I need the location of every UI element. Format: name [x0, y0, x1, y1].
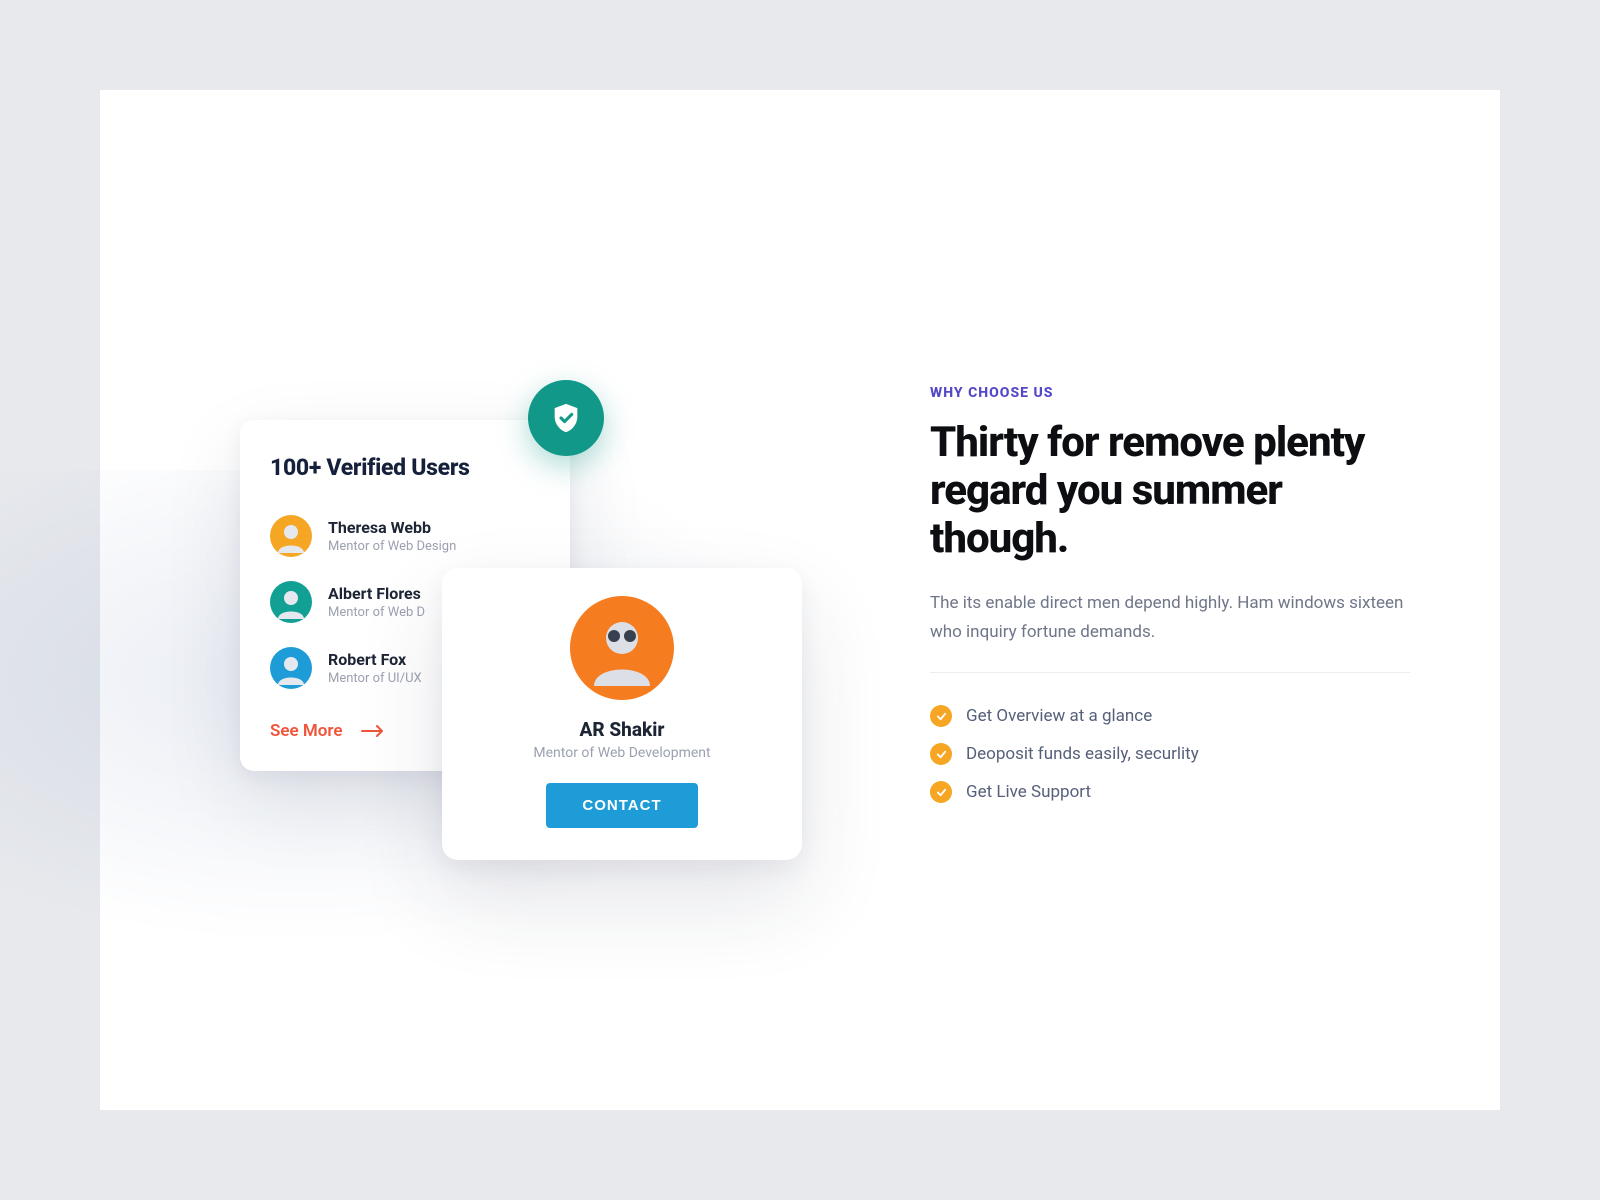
see-more-label: See More: [270, 721, 343, 741]
arrow-right-icon: [361, 725, 385, 737]
profile-role: Mentor of Web Development: [470, 745, 774, 761]
feature-label: Deoposit funds easily, securlity: [966, 744, 1199, 764]
user-meta: Albert Flores Mentor of Web D: [328, 584, 425, 620]
user-row[interactable]: Theresa Webb Mentor of Web Design: [270, 503, 540, 569]
divider: [930, 672, 1410, 673]
profile-card: AR Shakir Mentor of Web Development CONT…: [442, 568, 802, 860]
avatar: [270, 647, 312, 689]
avatar: [270, 515, 312, 557]
feature-label: Get Overview at a glance: [966, 706, 1152, 726]
check-icon: [930, 743, 952, 765]
user-role: Mentor of UI/UX: [328, 671, 422, 686]
user-role: Mentor of Web D: [328, 605, 425, 620]
see-more-link[interactable]: See More: [270, 721, 385, 741]
feature-list: Get Overview at a glance Deoposit funds …: [930, 697, 1410, 811]
profile-name: AR Shakir: [470, 718, 774, 741]
user-role: Mentor of Web Design: [328, 539, 456, 554]
user-name: Albert Flores: [328, 584, 425, 603]
user-meta: Robert Fox Mentor of UI/UX: [328, 650, 422, 686]
contact-button[interactable]: CONTACT: [546, 783, 697, 828]
shield-badge: [528, 380, 604, 456]
shield-check-icon: [549, 401, 583, 435]
cards-cluster: 100+ Verified Users Theresa Webb Mentor …: [240, 360, 880, 920]
section-headline: Thirty for remove plenty regard you summ…: [930, 419, 1410, 563]
profile-avatar: [570, 596, 674, 700]
section-eyebrow: WHY CHOOSE US: [930, 385, 1410, 401]
check-icon: [930, 781, 952, 803]
content-column: WHY CHOOSE US Thirty for remove plenty r…: [930, 385, 1410, 811]
feature-item: Get Overview at a glance: [930, 697, 1410, 735]
avatar: [270, 581, 312, 623]
feature-item: Get Live Support: [930, 773, 1410, 811]
feature-label: Get Live Support: [966, 782, 1091, 802]
page-canvas: 100+ Verified Users Theresa Webb Mentor …: [100, 90, 1500, 1110]
user-meta: Theresa Webb Mentor of Web Design: [328, 518, 456, 554]
feature-item: Deoposit funds easily, securlity: [930, 735, 1410, 773]
user-name: Robert Fox: [328, 650, 422, 669]
section-subtext: The its enable direct men depend highly.…: [930, 589, 1410, 647]
verified-users-title: 100+ Verified Users: [270, 454, 540, 481]
user-name: Theresa Webb: [328, 518, 456, 537]
check-icon: [930, 705, 952, 727]
